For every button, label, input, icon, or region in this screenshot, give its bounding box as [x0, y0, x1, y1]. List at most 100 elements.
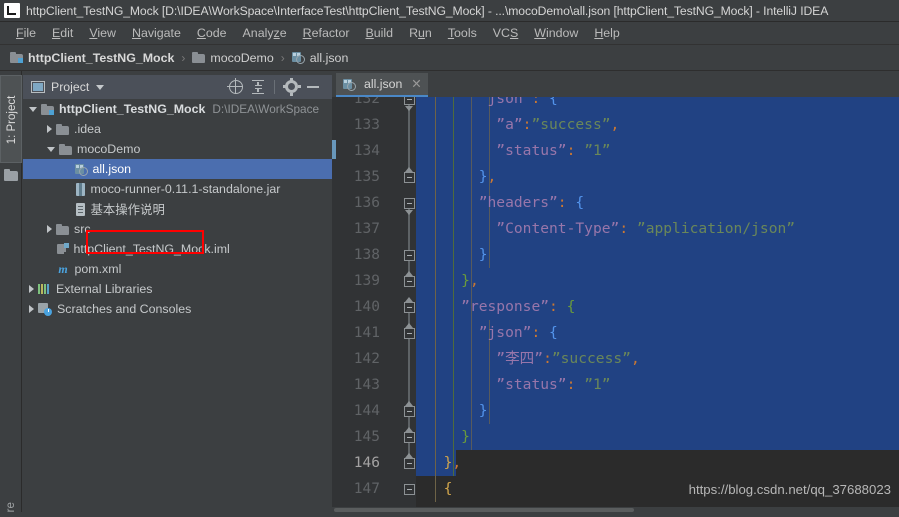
tool-window-tab-structure[interactable]: ture	[0, 477, 22, 517]
menu-item-refactor[interactable]: Refactor	[295, 26, 358, 40]
fold-toggle-144[interactable]	[404, 405, 415, 417]
tree-node-scratches-and-consoles[interactable]: Scratches and Consoles	[23, 299, 332, 319]
chevron-right-icon[interactable]	[29, 285, 34, 293]
code-token: ,	[452, 454, 462, 471]
gear-icon[interactable]	[280, 76, 302, 98]
menu-item-file[interactable]: File	[8, 26, 44, 40]
menu-item-help[interactable]: Help	[586, 26, 628, 40]
tree-node-src[interactable]: src	[23, 219, 332, 239]
tree-node-label: 基本操作说明	[90, 203, 165, 217]
tree-node-pom-xml[interactable]: m pom.xml	[23, 259, 332, 279]
fold-toggle-146[interactable]	[404, 457, 415, 469]
code-editor[interactable]: 132 133 134 135 136 137 138 139 140 141 142 143 144 1…	[332, 97, 899, 517]
fold-toggle-138[interactable]	[404, 249, 415, 261]
code-line-137: ”Content-Type”: ”application/json”	[426, 216, 795, 242]
fold-toggle-147[interactable]	[404, 483, 415, 495]
fold-toggle-135[interactable]	[404, 171, 415, 183]
fold-toggle-145[interactable]	[404, 431, 415, 443]
menu-item-build[interactable]: Build	[358, 26, 402, 40]
library-icon	[38, 283, 51, 295]
tree-node-external-libraries[interactable]: External Libraries	[23, 279, 332, 299]
doc-icon	[75, 202, 86, 216]
fold-toggle-139[interactable]	[404, 275, 415, 287]
code-token: {	[549, 97, 558, 107]
code-token: }	[461, 272, 470, 289]
tool-window-tab-project[interactable]: 1: Project	[0, 75, 22, 163]
fold-toggle-141[interactable]	[404, 327, 415, 339]
menu-item-vcs[interactable]: VCS	[485, 26, 526, 40]
code-line-135: },	[426, 164, 497, 190]
line-number-132: 132	[353, 97, 380, 107]
module-icon	[41, 103, 54, 115]
line-number-147: 147	[353, 481, 380, 497]
menu-item-window[interactable]: Window	[526, 26, 586, 40]
status-bar-strip	[0, 512, 899, 517]
fold-toggle-140[interactable]	[404, 301, 415, 313]
code-text-area[interactable]: ”json”: { ”a”:”success”, ”status”: ”1” }…	[416, 97, 899, 517]
menu-item-code[interactable]: Code	[189, 26, 235, 40]
fold-toggle-136[interactable]	[404, 197, 415, 209]
chevron-right-icon[interactable]	[29, 305, 34, 313]
tree-node-httpclient-testng-mock[interactable]: httpClient_TestNG_Mock D:\IDEA\WorkSpace	[23, 99, 332, 119]
line-number-146: 146	[353, 455, 380, 471]
chevron-down-icon[interactable]	[96, 84, 105, 90]
selection-highlight	[416, 424, 899, 450]
chevron-right-icon[interactable]	[47, 125, 52, 133]
project-panel-title: Project	[51, 80, 90, 94]
code-token: ”1”	[584, 142, 611, 159]
breadcrumb: httpClient_TestNG_Mock › mocoDemo › all.json	[0, 45, 899, 71]
code-folding-rail[interactable]	[402, 97, 416, 517]
minimize-icon[interactable]	[302, 76, 324, 98]
breadcrumb-item-mocodemo[interactable]: mocoDemo	[192, 51, 274, 65]
chevron-down-icon[interactable]	[47, 146, 55, 152]
breadcrumb-item-all-json[interactable]: all.json	[291, 51, 348, 65]
menu-item-edit[interactable]: Edit	[44, 26, 81, 40]
line-number-134: 134	[353, 143, 380, 159]
code-token: ”headers”	[478, 194, 558, 211]
breadcrumb-item-httpclient-testng-mock[interactable]: httpClient_TestNG_Mock	[10, 51, 174, 65]
editor-tab-bar: all.json ✕	[332, 71, 899, 97]
code-line-144: }	[426, 398, 488, 424]
tree-node--[interactable]: 基本操作说明	[23, 199, 332, 219]
tree-node-mocodemo[interactable]: mocoDemo	[23, 139, 332, 159]
code-token: }	[478, 168, 488, 185]
editor-tab-all-json[interactable]: all.json ✕	[336, 73, 428, 97]
fold-arrow-up-140	[405, 296, 414, 302]
folder-icon	[4, 169, 18, 181]
editor-gutter[interactable]: 132 133 134 135 136 137 138 139 140 141 142 143 144 1…	[332, 97, 416, 517]
chevron-right-icon[interactable]	[47, 225, 52, 233]
tree-node-httpclient-testng-mock-iml[interactable]: httpClient_TestNG_Mock.iml	[23, 239, 332, 259]
menu-item-tools[interactable]: Tools	[440, 26, 485, 40]
collapse-all-icon[interactable]	[247, 76, 269, 98]
code-token: ”success”	[531, 116, 611, 133]
menu-item-analyze[interactable]: Analyze	[235, 26, 295, 40]
fold-arrow-down-132	[405, 105, 414, 111]
code-line-142: ”李四”:”success”,	[426, 346, 639, 372]
code-line-133: ”a”:”success”,	[426, 112, 619, 138]
fold-toggle-132[interactable]	[404, 97, 415, 105]
code-token: ”status”	[496, 376, 567, 393]
line-number-137: 137	[353, 221, 380, 237]
menu-item-run[interactable]: Run	[401, 26, 440, 40]
locate-icon[interactable]	[225, 76, 247, 98]
editor-tab-label: all.json	[364, 77, 403, 91]
tree-node-moco-runner-0-11-1-standalone-jar[interactable]: moco-runner-0.11.1-standalone.jar	[23, 179, 332, 199]
chevron-down-icon[interactable]	[29, 106, 37, 112]
tree-node--idea[interactable]: .idea	[23, 119, 332, 139]
code-line-146: },	[426, 450, 462, 476]
tree-node-all-json[interactable]: all.json	[23, 159, 332, 179]
close-icon[interactable]: ✕	[411, 78, 421, 91]
menu-item-navigate[interactable]: Navigate	[124, 26, 189, 40]
fold-arrow-up-144	[405, 400, 414, 406]
menu-item-view[interactable]: View	[81, 26, 124, 40]
code-token: }	[478, 402, 488, 419]
line-number-135: 135	[353, 169, 380, 185]
code-line-138: }	[426, 242, 488, 268]
